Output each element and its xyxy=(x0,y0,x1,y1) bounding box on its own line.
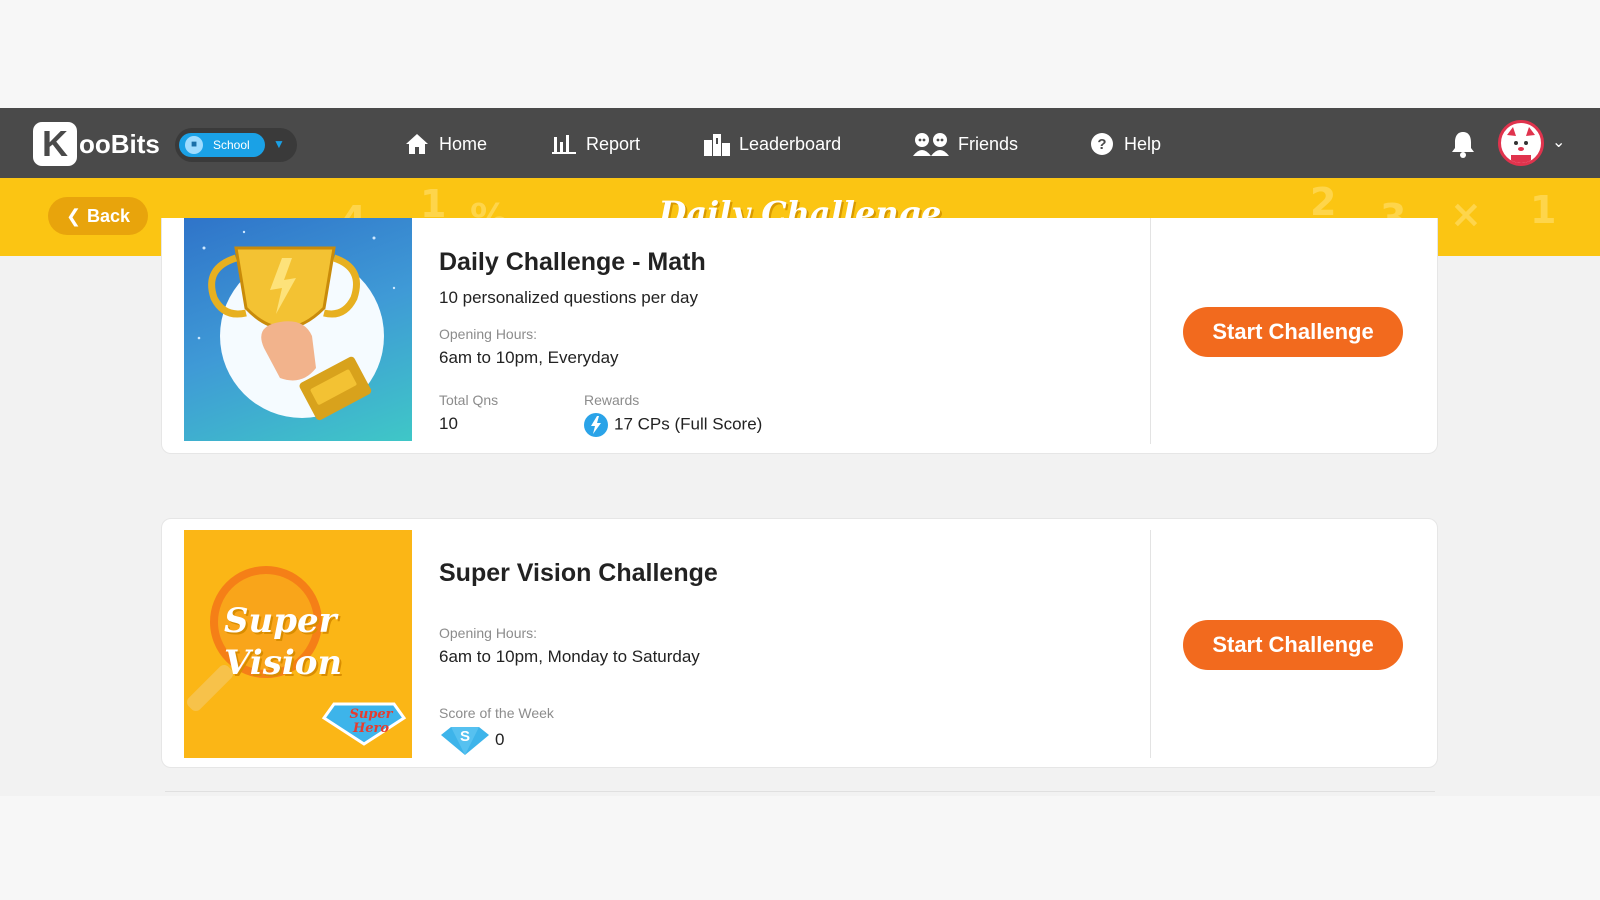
total-qns-label: Total Qns xyxy=(439,392,499,408)
koobits-logo[interactable]: K ooBits xyxy=(33,120,161,168)
logo-text: ooBits xyxy=(79,128,160,159)
nav-help-label: Help xyxy=(1124,133,1162,154)
help-icon: ? xyxy=(1088,132,1116,156)
total-qns-value: 10 xyxy=(439,414,458,433)
school-badge: ■ School xyxy=(179,133,265,157)
opening-hours-value: 6am to 10pm, Everyday xyxy=(439,348,619,367)
top-navbar: K ooBits ■ School ▼ Home Report Leaderbo… xyxy=(0,108,1600,178)
rewards-row: 17 CPs (Full Score) xyxy=(584,413,762,437)
challenge-title: Super Vision Challenge xyxy=(439,559,718,587)
caret-down-icon: ▼ xyxy=(273,137,285,151)
start-challenge-button[interactable]: Start Challenge xyxy=(1183,307,1403,357)
school-selector[interactable]: ■ School ▼ xyxy=(175,128,297,162)
challenge-card-super-vision: Super Vision Super Hero Super Vision Cha… xyxy=(161,518,1438,768)
super-hero-badge: Super Hero xyxy=(336,708,406,736)
score-value: 0 xyxy=(495,730,505,749)
badge-text-line-2: Hero xyxy=(352,721,390,736)
super-vision-text: Super Vision xyxy=(224,600,404,684)
lightning-cp-icon xyxy=(584,413,608,437)
thumb-text-line-2: Vision xyxy=(224,643,343,683)
start-challenge-button[interactable]: Start Challenge xyxy=(1183,620,1403,670)
chevron-down-icon[interactable]: ⌄ xyxy=(1552,132,1565,152)
nav-leaderboard[interactable]: Leaderboard xyxy=(703,130,841,158)
nav-friends-label: Friends xyxy=(958,133,1019,154)
svg-text:?: ? xyxy=(1097,136,1106,153)
rewards-value: 17 CPs (Full Score) xyxy=(614,414,763,434)
diamond-badge-letter: S xyxy=(459,728,470,745)
nav-friends[interactable]: Friends xyxy=(912,130,1018,158)
nav-help[interactable]: ? Help xyxy=(1088,130,1161,158)
thumb-text-line-1: Super xyxy=(224,601,337,641)
nav-home-label: Home xyxy=(439,133,488,154)
nav-report[interactable]: Report xyxy=(550,130,640,158)
challenge-subtitle: 10 personalized questions per day xyxy=(439,288,698,307)
app-window: K ooBits ■ School ▼ Home Report Leaderbo… xyxy=(0,108,1600,796)
school-icon: ■ xyxy=(185,136,203,154)
opening-hours-value: 6am to 10pm, Monday to Saturday xyxy=(439,647,700,666)
home-icon xyxy=(403,132,431,156)
logo-k-mark: K xyxy=(33,122,77,166)
opening-hours-label: Opening Hours: xyxy=(439,625,538,641)
card-divider xyxy=(1150,218,1151,444)
bar-chart-icon xyxy=(550,132,578,156)
school-label: School xyxy=(213,138,250,152)
nav-home[interactable]: Home xyxy=(403,130,487,158)
bell-icon[interactable] xyxy=(1450,130,1476,158)
challenge-card-math: Daily Challenge - Math 10 personalized q… xyxy=(161,218,1438,454)
leaderboard-icon xyxy=(703,132,731,156)
badge-text-line-1: Super xyxy=(349,707,393,722)
avatar[interactable] xyxy=(1498,120,1544,166)
diamond-s-icon: S xyxy=(439,725,491,755)
trophy-illustration xyxy=(184,218,412,441)
score-of-week-label: Score of the Week xyxy=(439,705,554,721)
challenge-title: Daily Challenge - Math xyxy=(439,248,706,276)
friends-icon xyxy=(912,132,950,156)
card-divider xyxy=(1150,530,1151,758)
nav-leaderboard-label: Leaderboard xyxy=(739,133,842,154)
score-row: S 0 xyxy=(439,725,504,755)
rewards-label: Rewards xyxy=(584,392,640,408)
content-divider xyxy=(165,791,1435,792)
nav-report-label: Report xyxy=(586,133,641,154)
super-vision-illustration: Super Vision Super Hero xyxy=(184,530,412,758)
opening-hours-label: Opening Hours: xyxy=(439,326,538,342)
